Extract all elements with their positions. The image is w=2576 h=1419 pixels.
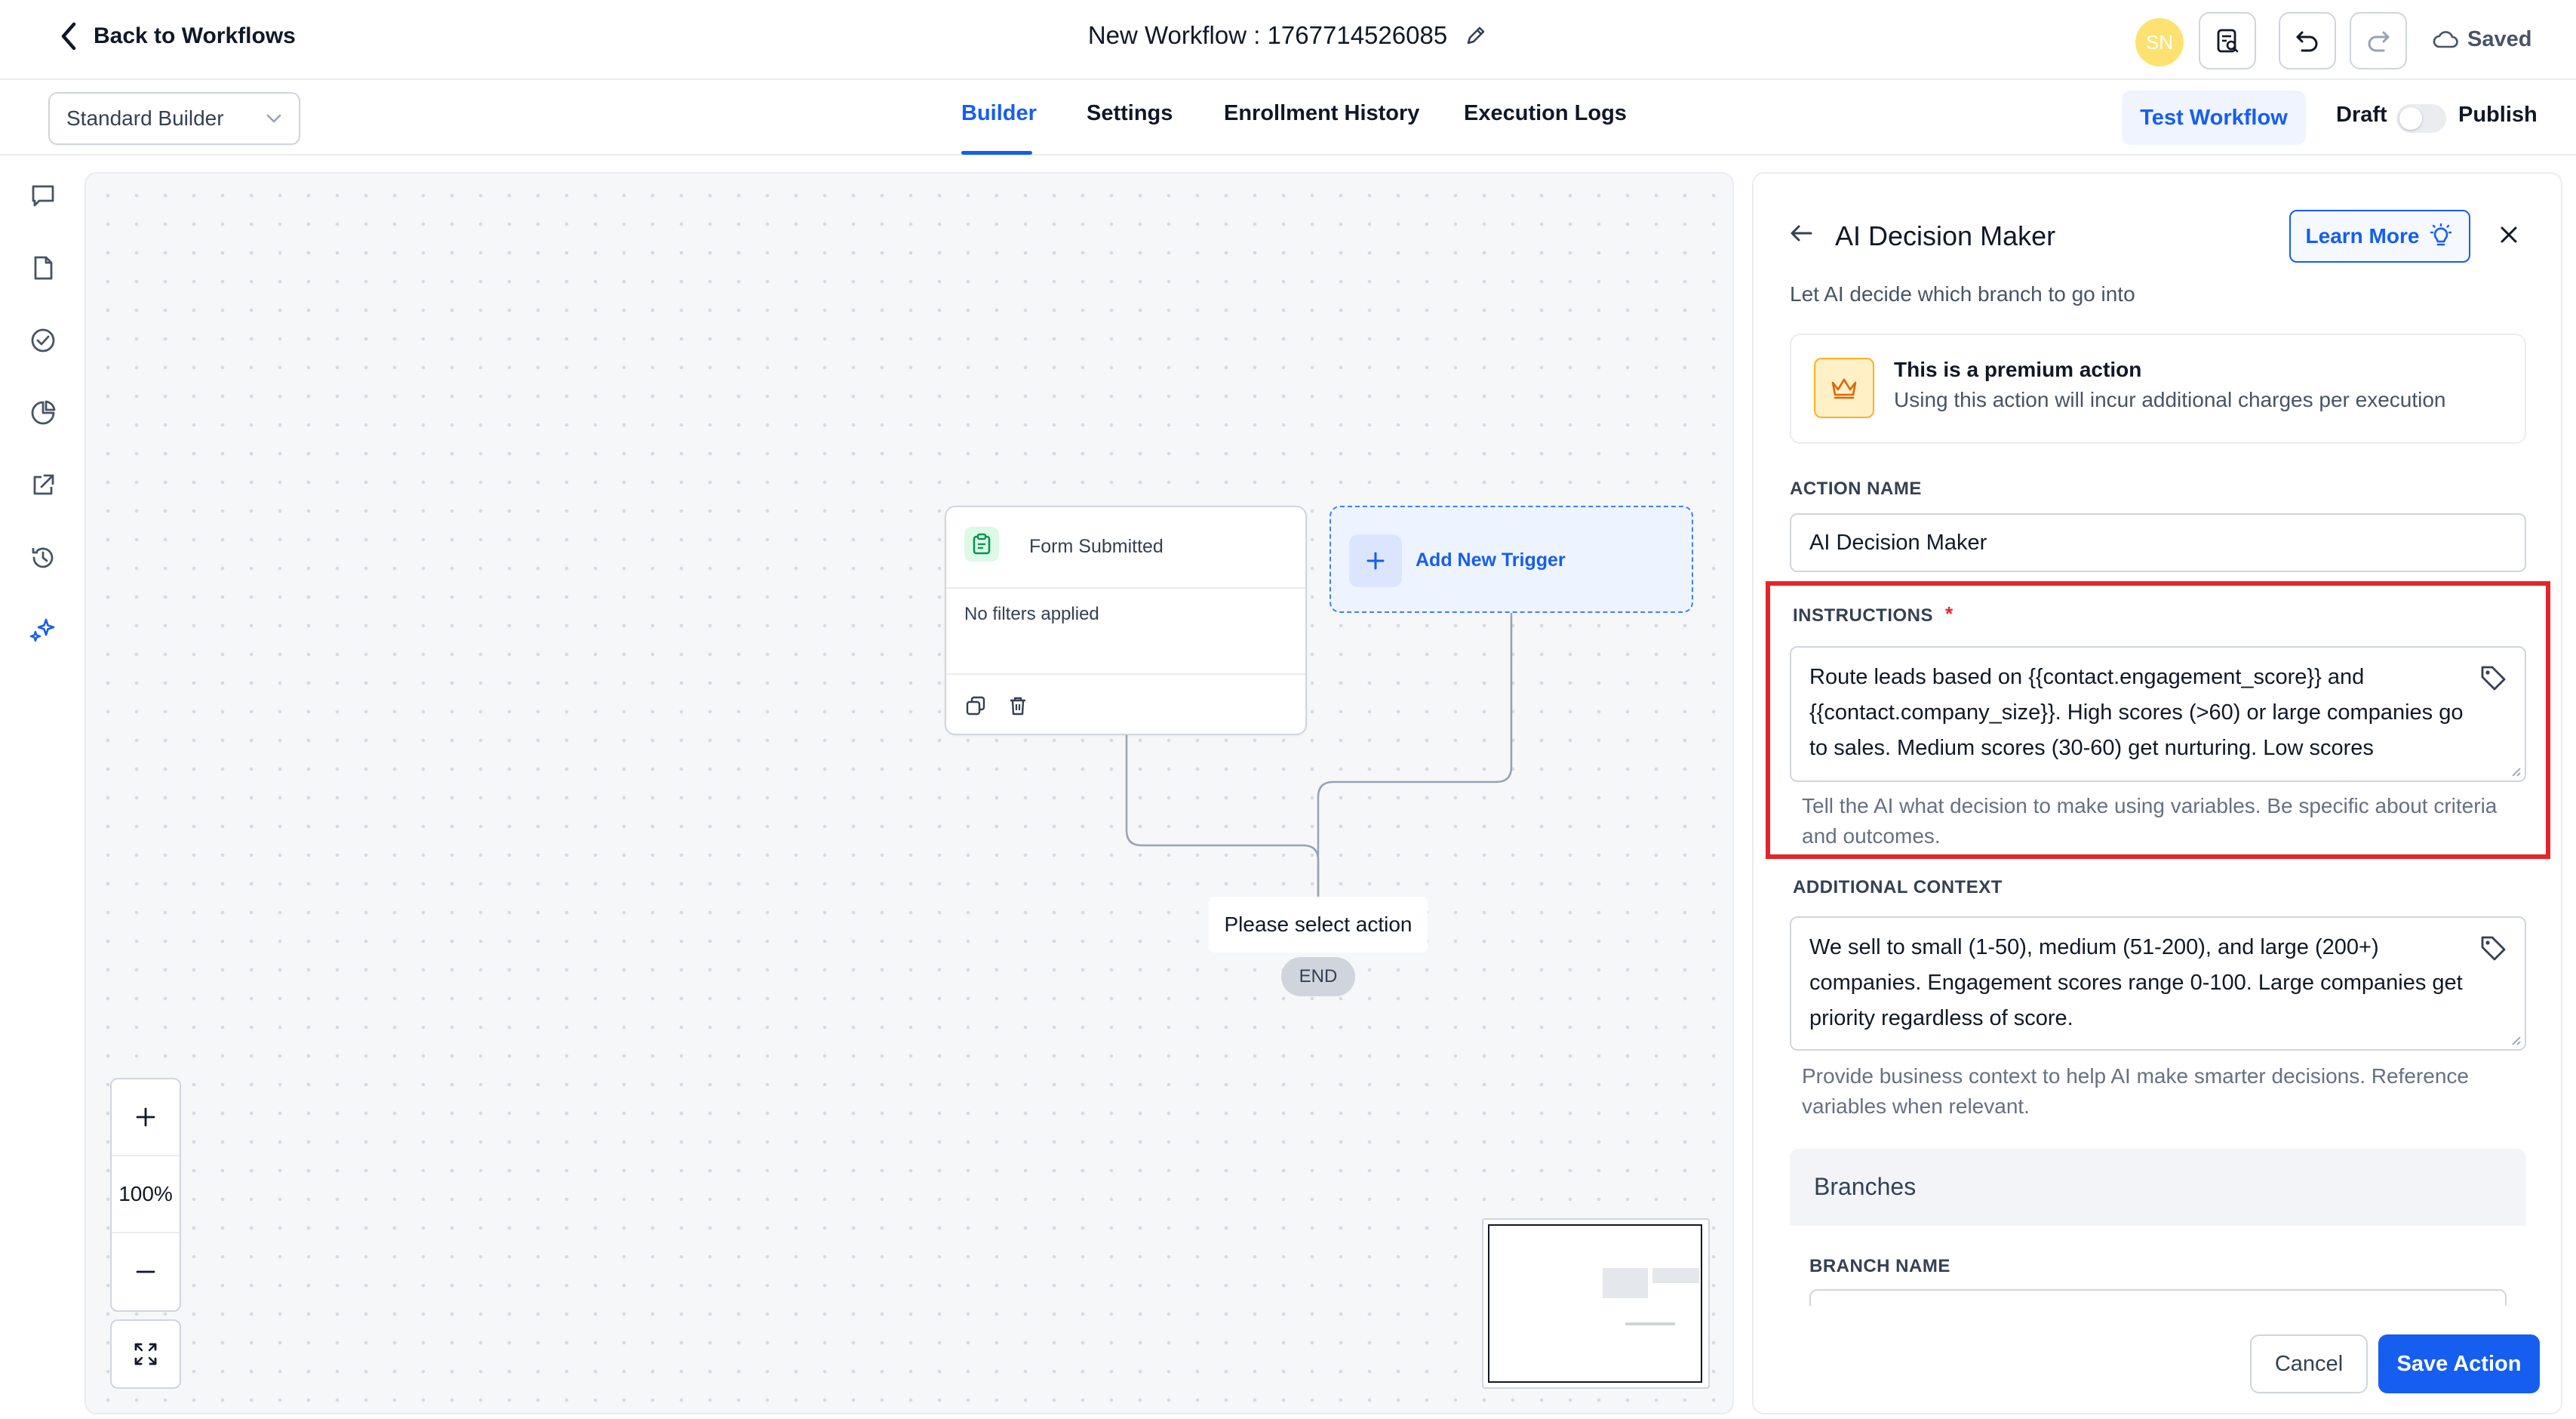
resize-handle-icon[interactable] [2510,765,2522,777]
fit-view-button[interactable] [110,1319,181,1389]
avatar[interactable]: SN [2135,18,2184,66]
branches-title: Branches [1814,1173,1917,1200]
draft-label: Draft [2336,103,2387,127]
premium-description: Using this action will incur additional … [1894,388,2446,411]
tag-icon[interactable] [2478,663,2508,693]
copy-icon[interactable] [964,694,987,717]
premium-title: This is a premium action [1894,358,2142,381]
lightbulb-icon [2428,223,2454,250]
workflow-canvas[interactable]: Form Submitted No filters applied Add Ne… [85,172,1734,1414]
close-icon[interactable] [2498,223,2520,246]
file-icon[interactable] [27,252,59,284]
save-action-button[interactable]: Save Action [2378,1334,2540,1393]
select-action-node[interactable]: Please select action [1209,897,1428,953]
resize-handle-icon[interactable] [2510,1034,2522,1046]
builder-mode-value: Standard Builder [66,106,224,130]
additional-context-textarea[interactable]: We sell to small (1-50), medium (51-200)… [1790,916,2526,1051]
divider [946,673,1305,675]
publish-toggle[interactable] [2396,104,2446,133]
trash-icon[interactable] [1007,694,1029,717]
learn-more-button[interactable]: Learn More [2289,210,2470,263]
cloud-check-icon [2433,30,2458,50]
external-link-icon[interactable] [27,469,59,501]
add-new-trigger-button[interactable]: Add New Trigger [1329,506,1693,613]
end-badge: END [1281,957,1355,996]
plus-icon [136,1107,155,1127]
clipboard-search-icon [2213,26,2242,55]
toggle-knob [2399,107,2422,130]
tab-builder[interactable]: Builder [961,101,1037,126]
undo-button[interactable] [2279,12,2336,69]
minus-icon [136,1270,155,1273]
add-trigger-label: Add New Trigger [1416,549,1566,571]
top-header: Back to Workflows New Workflow : 1767714… [0,0,2576,80]
fullscreen-icon [134,1343,157,1365]
chat-icon[interactable] [27,180,59,211]
additional-context-value: We sell to small (1-50), medium (51-200)… [1809,935,2469,1030]
history-icon[interactable] [27,542,59,574]
saved-label: Saved [2467,27,2532,51]
instructions-hint: Tell the AI what decision to make using … [1802,794,2498,848]
back-arrow-icon[interactable] [1788,222,1814,245]
zoom-controls: 100% [110,1078,181,1312]
zoom-level: 100% [112,1156,180,1233]
instructions-textarea[interactable]: Route leads based on {{contact.engagemen… [1790,646,2526,782]
instructions-value: Route leads based on {{contact.engagemen… [1809,665,2470,760]
review-button[interactable] [2199,12,2256,69]
back-to-workflows-link[interactable]: Back to Workflows [59,21,296,51]
trigger-title: Form Submitted [1029,536,1164,557]
zoom-out-button[interactable] [112,1233,180,1310]
workflow-toolbar: Standard Builder Builder Settings Enroll… [0,80,2576,155]
minimap-node [1625,1322,1675,1325]
tag-icon[interactable] [2478,933,2508,963]
minimap-node [1603,1268,1648,1298]
minimap[interactable] [1482,1218,1710,1389]
saved-status: Saved [2433,27,2531,52]
pie-chart-icon[interactable] [27,397,59,429]
chevron-down-icon [266,113,282,124]
divider [946,587,1305,589]
pencil-icon[interactable] [1464,23,1488,48]
redo-icon [2364,26,2393,55]
action-name-value: AI Decision Maker [1809,530,1987,555]
instructions-label: INSTRUCTIONS [1793,605,1933,626]
minimap-node [1652,1268,1699,1283]
minimap-viewport [1488,1224,1702,1383]
cancel-button[interactable]: Cancel [2250,1334,2368,1393]
panel-title: AI Decision Maker [1835,220,2056,251]
zoom-in-button[interactable] [112,1079,180,1156]
trigger-node[interactable]: Form Submitted No filters applied [945,506,1307,735]
learn-more-label: Learn More [2305,224,2420,248]
test-workflow-button[interactable]: Test Workflow [2122,91,2306,145]
panel-footer: Cancel Save Action [1754,1306,2561,1413]
active-tab-indicator [961,151,1032,155]
plus-icon [1349,534,1402,587]
form-icon [964,527,999,562]
undo-icon [2293,26,2322,55]
publish-label: Publish [2458,103,2538,127]
chevron-left-icon [59,21,78,51]
panel-subtitle: Let AI decide which branch to go into [1790,282,2135,306]
additional-context-label: ADDITIONAL CONTEXT [1793,877,2003,897]
branch-name-label: BRANCH NAME [1809,1256,1950,1276]
workflow-title-group: New Workflow : 1767714526085 [0,21,2576,50]
builder-mode-select[interactable]: Standard Builder [48,92,300,145]
tab-settings[interactable]: Settings [1087,101,1173,126]
crown-icon [1814,358,1874,418]
check-circle-icon[interactable] [27,325,59,356]
sparkle-icon[interactable] [27,614,59,646]
additional-context-hint: Provide business context to help AI make… [1802,1064,2469,1118]
action-config-panel: AI Decision Maker Learn More Let AI deci… [1752,172,2562,1414]
workflow-title[interactable]: New Workflow : 1767714526085 [1088,21,1447,50]
premium-notice: This is a premium action Using this acti… [1790,334,2526,444]
tab-execution-logs[interactable]: Execution Logs [1464,101,1627,126]
action-name-label: ACTION NAME [1790,479,1922,499]
action-name-input[interactable]: AI Decision Maker [1790,513,2526,572]
trigger-filters: No filters applied [964,604,1099,624]
tab-enrollment-history[interactable]: Enrollment History [1224,101,1419,126]
redo-button[interactable] [2350,12,2407,69]
back-label: Back to Workflows [94,23,296,48]
required-indicator: * [1945,602,1954,625]
